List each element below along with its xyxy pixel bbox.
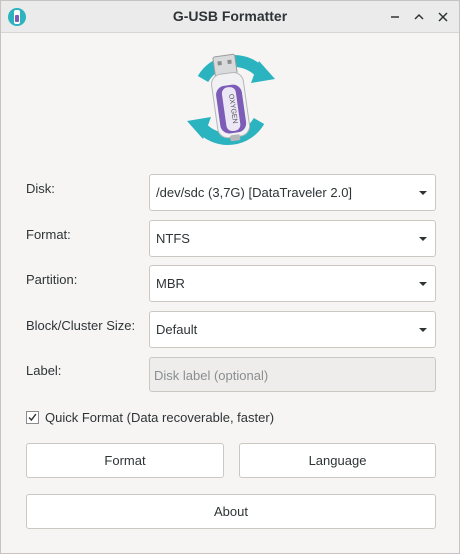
format-select-value: NTFS <box>156 231 190 246</box>
block-size-label: Block/Cluster Size: <box>26 318 136 333</box>
format-select[interactable]: NTFS <box>149 220 436 257</box>
disk-select[interactable]: /dev/sdc (3,7G) [DataTraveler 2.0] <box>149 174 436 211</box>
chevron-down-icon <box>419 328 427 332</box>
language-button[interactable]: Language <box>239 443 436 478</box>
partition-select[interactable]: MBR <box>149 265 436 302</box>
format-button[interactable]: Format <box>26 443 224 478</box>
disk-label: Disk: <box>26 181 55 196</box>
partition-select-value: MBR <box>156 276 185 291</box>
disk-label-placeholder: Disk label (optional) <box>154 368 269 383</box>
maximize-icon[interactable] <box>411 9 427 25</box>
block-size-select[interactable]: Default <box>149 311 436 348</box>
chevron-down-icon <box>419 237 427 241</box>
chevron-down-icon <box>419 191 427 195</box>
disk-label-input[interactable]: Disk label (optional) <box>149 357 436 392</box>
partition-label: Partition: <box>26 272 78 287</box>
about-button[interactable]: About <box>26 494 436 529</box>
usb-drive-refresh-logo: OXYGEN <box>187 53 275 145</box>
disk-label-field-label: Label: <box>26 363 62 378</box>
quick-format-checkbox[interactable] <box>26 411 39 424</box>
title-bar[interactable]: G-USB Formatter <box>1 1 459 33</box>
close-icon[interactable] <box>435 9 451 25</box>
quick-format-label: Quick Format (Data recoverable, faster) <box>45 410 275 425</box>
disk-select-value: /dev/sdc (3,7G) [DataTraveler 2.0] <box>156 185 353 200</box>
app-window: G-USB Formatter OXYGEN Disk: /dev/sdc (3… <box>0 0 460 554</box>
chevron-down-icon <box>419 282 427 286</box>
format-label: Format: <box>26 227 71 242</box>
block-size-select-value: Default <box>156 322 198 337</box>
minimize-icon[interactable] <box>387 9 403 25</box>
